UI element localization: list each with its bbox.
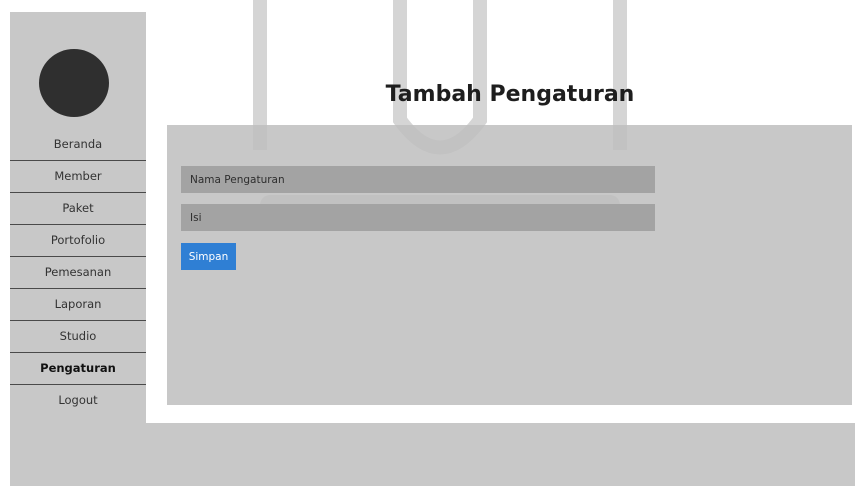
sidebar-item-laporan[interactable]: Laporan: [10, 289, 146, 321]
sidebar-item-portofolio[interactable]: Portofolio: [10, 225, 146, 257]
setting-value-field[interactable]: [181, 204, 655, 231]
footer: [10, 423, 855, 486]
sidebar-nav: Beranda Member Paket Portofolio Pemesana…: [10, 129, 146, 417]
sidebar-item-pemesanan[interactable]: Pemesanan: [10, 257, 146, 289]
sidebar: Beranda Member Paket Portofolio Pemesana…: [10, 12, 146, 426]
save-button[interactable]: Simpan: [181, 243, 236, 270]
sidebar-item-pengaturan[interactable]: Pengaturan: [10, 353, 146, 385]
page-title: Tambah Pengaturan: [385, 82, 635, 107]
avatar: [39, 49, 109, 117]
setting-name-field[interactable]: [181, 166, 655, 193]
sidebar-item-studio[interactable]: Studio: [10, 321, 146, 353]
sidebar-item-logout[interactable]: Logout: [10, 385, 146, 417]
sidebar-item-member[interactable]: Member: [10, 161, 146, 193]
form-panel: Simpan: [167, 125, 852, 405]
sidebar-item-paket[interactable]: Paket: [10, 193, 146, 225]
sidebar-item-beranda[interactable]: Beranda: [10, 129, 146, 161]
